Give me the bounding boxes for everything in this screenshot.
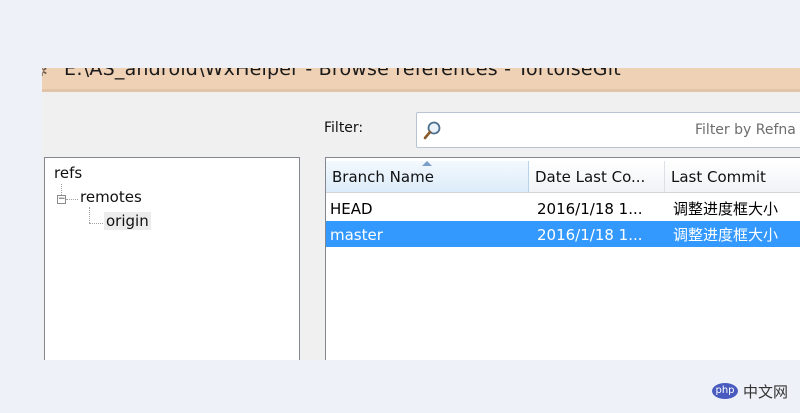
collapse-icon[interactable]: − — [57, 195, 66, 204]
tortoisegit-icon: ✲ — [42, 68, 48, 80]
column-header-label: Branch Name — [332, 168, 434, 186]
tree-connector — [89, 207, 90, 223]
tree-connector — [66, 199, 78, 200]
watermark-text: 中文网 — [743, 383, 789, 401]
tree-connector — [89, 223, 103, 224]
column-header-label: Last Commit — [671, 168, 766, 186]
date-cell: 2016/1/18 1... — [537, 200, 643, 218]
branch-name-cell: HEAD — [330, 200, 373, 218]
branch-list[interactable]: Branch Name Date Last Co... Last Commit … — [325, 157, 800, 360]
filter-placeholder: Filter by Refna — [695, 122, 796, 138]
table-row[interactable]: HEAD 2016/1/18 1... 调整进度框大小 — [326, 195, 800, 221]
refs-tree[interactable]: refs − remotes origin — [44, 157, 300, 360]
sort-ascending-icon — [422, 161, 432, 166]
filter-input[interactable]: Filter by Refna — [416, 112, 800, 148]
tree-item-origin[interactable]: origin — [104, 212, 151, 230]
window-title: E:\AS_android\WxHelper - Browse referenc… — [64, 68, 621, 80]
search-icon[interactable] — [423, 120, 443, 140]
date-cell: 2016/1/18 1... — [537, 226, 643, 244]
tree-item-remotes[interactable]: remotes — [80, 188, 142, 206]
title-bar[interactable]: ✲ E:\AS_android\WxHelper - Browse refere… — [42, 68, 800, 92]
last-commit-cell: 调整进度框大小 — [673, 226, 779, 244]
column-header-label: Date Last Co... — [535, 168, 646, 186]
watermark: php 中文网 — [712, 381, 794, 403]
browse-references-window: ✲ E:\AS_android\WxHelper - Browse refere… — [42, 68, 800, 360]
column-header-row: Branch Name Date Last Co... Last Commit — [326, 161, 800, 193]
filter-label: Filter: — [324, 120, 364, 136]
php-logo: php — [712, 383, 738, 399]
column-header-branch-name[interactable]: Branch Name — [326, 161, 529, 192]
table-row[interactable]: master 2016/1/18 1... 调整进度框大小 — [326, 221, 800, 247]
last-commit-cell: 调整进度框大小 — [673, 200, 779, 218]
column-header-date[interactable]: Date Last Co... — [529, 161, 665, 192]
title-bar-border — [42, 89, 800, 92]
column-header-last-commit[interactable]: Last Commit — [665, 161, 800, 192]
tree-item-refs[interactable]: refs — [54, 164, 82, 182]
branch-name-cell: master — [330, 226, 383, 244]
